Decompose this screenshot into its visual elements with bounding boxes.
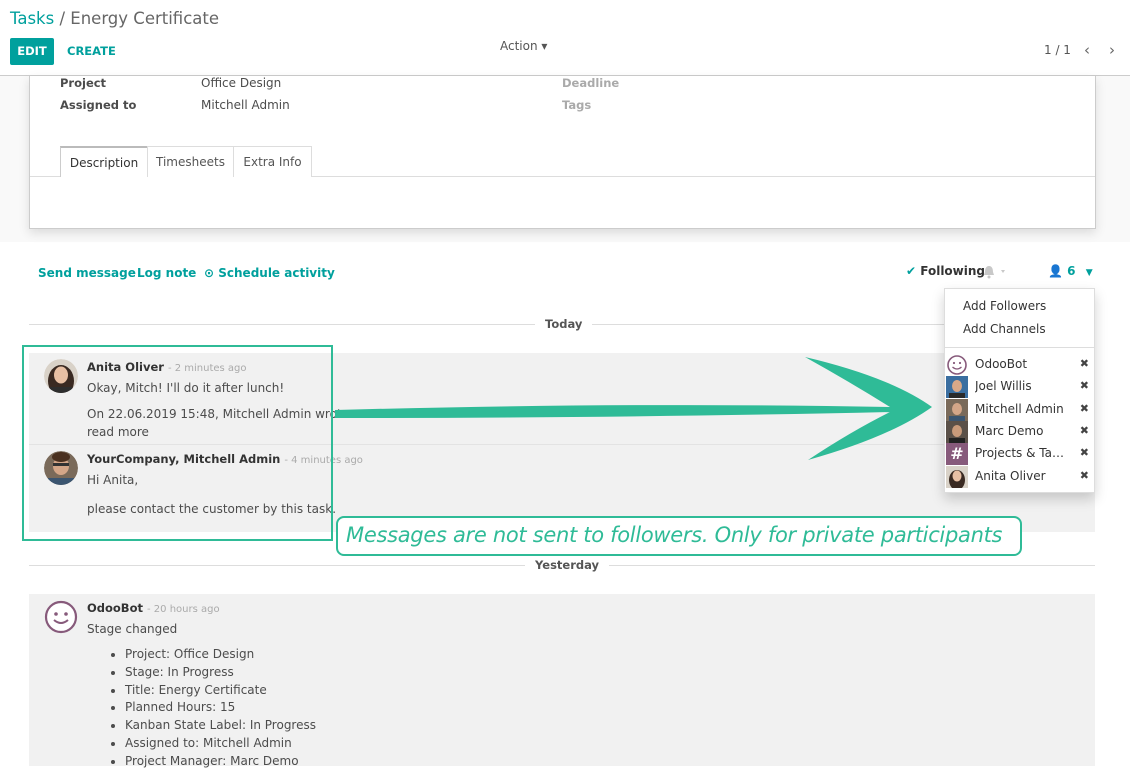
remove-follower-icon[interactable]: ✖ [1080, 379, 1089, 392]
message-author: OdooBot - 20 hours ago [87, 601, 220, 615]
remove-follower-icon[interactable]: ✖ [1080, 357, 1089, 370]
create-button[interactable]: CREATE [67, 38, 116, 65]
breadcrumb-tasks-link[interactable]: Tasks [10, 9, 54, 28]
yesterday-separator-label: Yesterday [525, 558, 610, 572]
tracking-value: Project: Office Design [125, 646, 316, 664]
follower-item-odoobot[interactable]: OdooBot ✖ [945, 354, 1094, 376]
tags-label: Tags [562, 98, 592, 112]
followers-button[interactable]: 👤 6 ▼ [1048, 264, 1093, 278]
pager-previous-icon[interactable]: ‹ [1084, 41, 1090, 59]
control-panel: Tasks / Energy Certificate EDIT CREATE A… [0, 0, 1130, 76]
tracking-value: Assigned to: Mitchell Admin [125, 735, 316, 753]
tab-description[interactable]: Description [60, 146, 148, 177]
message-timestamp: - 20 hours ago [147, 604, 220, 615]
action-dropdown[interactable]: Action ▾ [500, 39, 547, 53]
send-message-button[interactable]: Send message [38, 266, 136, 280]
annotation-callout-text: Messages are not sent to followers. Only… [346, 523, 1003, 547]
breadcrumb-current: Energy Certificate [70, 9, 219, 28]
marc-demo-avatar [946, 421, 968, 443]
caret-down-icon: ▼ [1085, 268, 1093, 278]
annotation-arrow [335, 357, 932, 460]
bell-icon[interactable] [983, 265, 1009, 279]
following-label: Following [920, 264, 986, 278]
hashtag-icon: # [946, 443, 968, 465]
anita-oliver-follower-avatar [946, 466, 968, 488]
tab-extra-info[interactable]: Extra Info [233, 146, 312, 177]
schedule-activity-button[interactable]: ⊙ Schedule activity [204, 266, 335, 280]
follower-item-mitchell-admin[interactable]: Mitchell Admin ✖ [945, 399, 1094, 421]
message-body: Stage changed [87, 622, 178, 636]
annotation-callout: Messages are not sent to followers. Only… [336, 516, 1022, 556]
today-separator-label: Today [535, 317, 593, 331]
odoobot-follower-avatar [947, 355, 967, 375]
remove-follower-icon[interactable]: ✖ [1080, 469, 1089, 482]
tracking-value: Planned Hours: 15 [125, 699, 316, 717]
follower-name: OdooBot [975, 357, 1028, 371]
follower-item-marc-demo[interactable]: Marc Demo ✖ [945, 421, 1094, 443]
follower-count: 6 [1067, 264, 1076, 278]
remove-follower-icon[interactable]: ✖ [1080, 424, 1089, 437]
author-name[interactable]: OdooBot [87, 601, 143, 615]
followers-dropdown: Add Followers Add Channels OdooBot ✖ Joe… [944, 288, 1095, 493]
add-followers-item[interactable]: Add Followers [963, 299, 1046, 313]
follower-name: Projects & Tas… [975, 446, 1065, 460]
remove-follower-icon[interactable]: ✖ [1080, 402, 1089, 415]
add-channels-item[interactable]: Add Channels [963, 322, 1046, 336]
follower-item-projects-channel[interactable]: # Projects & Tas… ✖ [945, 443, 1094, 465]
project-value-link[interactable]: Office Design [201, 76, 281, 90]
mitchell-admin-follower-avatar [946, 399, 968, 421]
tracking-values-list: Project: Office Design Stage: In Progres… [105, 646, 316, 771]
pager-next-icon[interactable]: › [1109, 41, 1115, 59]
log-note-button[interactable]: Log note [137, 266, 196, 280]
clock-icon: ⊙ [204, 266, 215, 280]
deadline-label: Deadline [562, 76, 620, 90]
follower-item-anita-oliver[interactable]: Anita Oliver ✖ [945, 466, 1094, 488]
tracking-value: Stage: In Progress [125, 664, 316, 682]
check-icon: ✔ [906, 264, 917, 278]
remove-follower-icon[interactable]: ✖ [1080, 446, 1089, 459]
user-icon: 👤 [1048, 264, 1063, 278]
breadcrumb: Tasks / Energy Certificate [10, 9, 219, 28]
follower-item-joel-willis[interactable]: Joel Willis ✖ [945, 376, 1094, 398]
menu-divider [945, 347, 1094, 348]
follower-name: Anita Oliver [975, 469, 1046, 483]
tracking-value: Title: Energy Certificate [125, 682, 316, 700]
following-button[interactable]: ✔ Following [906, 264, 985, 278]
joel-willis-avatar [946, 376, 968, 398]
form-sheet: Project Office Design Assigned to Mitche… [29, 76, 1096, 229]
pager-value[interactable]: 1 / 1 [1044, 43, 1071, 57]
follower-name: Marc Demo [975, 424, 1044, 438]
breadcrumb-separator: / [59, 9, 66, 28]
follower-name: Mitchell Admin [975, 402, 1064, 416]
edit-button[interactable]: EDIT [10, 38, 54, 65]
follower-name: Joel Willis [975, 379, 1032, 393]
tracking-value: Kanban State Label: In Progress [125, 717, 316, 735]
tab-timesheets[interactable]: Timesheets [147, 146, 234, 177]
assigned-to-label: Assigned to [60, 98, 137, 112]
tracking-value: Project Manager: Marc Demo [125, 753, 316, 771]
assigned-to-value[interactable]: Mitchell Admin [201, 98, 290, 112]
project-label: Project [60, 76, 107, 90]
annotation-highlight-box [22, 345, 333, 541]
schedule-activity-label: Schedule activity [218, 266, 335, 280]
odoobot-avatar [44, 600, 78, 634]
